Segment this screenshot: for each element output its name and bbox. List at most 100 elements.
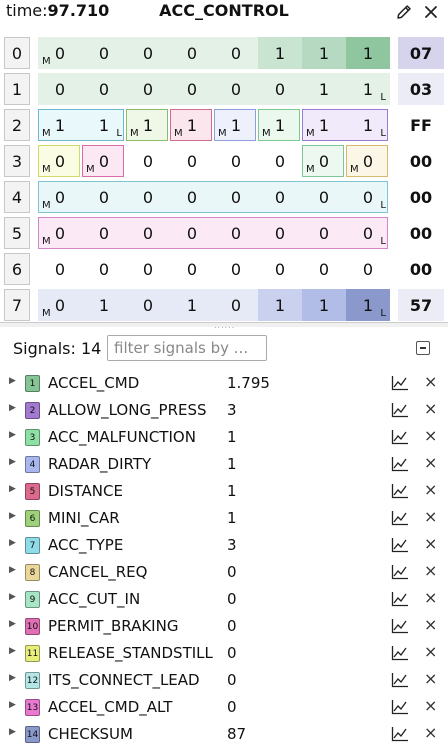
bit-cell[interactable]: 0 xyxy=(258,253,302,285)
expand-chevron-icon[interactable]: ▶ xyxy=(9,538,16,548)
expand-chevron-icon[interactable]: ▶ xyxy=(9,673,16,683)
bit-cell[interactable]: 0 xyxy=(302,181,346,213)
bit-cell[interactable]: 0 xyxy=(258,73,302,105)
bit-cell[interactable]: 0 xyxy=(82,37,126,69)
collapse-all-icon[interactable] xyxy=(416,341,430,355)
bit-cell[interactable]: 1 xyxy=(346,37,390,69)
remove-signal-icon[interactable]: × xyxy=(424,723,437,742)
signal-row[interactable]: ▶ 11 RELEASE_STANDSTILL 0 × xyxy=(0,640,448,667)
bit-cell[interactable]: 0 xyxy=(126,73,170,105)
bit-cell[interactable]: 0 xyxy=(126,37,170,69)
expand-chevron-icon[interactable]: ▶ xyxy=(9,646,16,656)
signal-row[interactable]: ▶ 3 ACC_MALFUNCTION 1 × xyxy=(0,424,448,451)
remove-signal-icon[interactable]: × xyxy=(424,399,437,418)
bit-cell[interactable]: 0 xyxy=(126,181,170,213)
close-icon[interactable] xyxy=(420,1,442,23)
bit-cell[interactable]: 0 xyxy=(126,217,170,249)
bit-cell[interactable]: 1L xyxy=(82,109,126,141)
remove-signal-icon[interactable]: × xyxy=(424,696,437,715)
bit-cell[interactable]: 1 xyxy=(302,289,346,321)
signal-row[interactable]: ▶ 7 ACC_TYPE 3 × xyxy=(0,532,448,559)
signal-row[interactable]: ▶ 6 MINI_CAR 1 × xyxy=(0,505,448,532)
expand-chevron-icon[interactable]: ▶ xyxy=(9,619,16,629)
signal-row[interactable]: ▶ 13 ACCEL_CMD_ALT 0 × xyxy=(0,694,448,721)
expand-chevron-icon[interactable]: ▶ xyxy=(9,511,16,521)
remove-signal-icon[interactable]: × xyxy=(424,588,437,607)
signal-row[interactable]: ▶ 12 ITS_CONNECT_LEAD 0 × xyxy=(0,667,448,694)
bit-cell[interactable]: 1M xyxy=(38,109,82,141)
expand-chevron-icon[interactable]: ▶ xyxy=(9,457,16,467)
plot-chart-icon[interactable] xyxy=(391,618,409,634)
bit-cell[interactable]: 1 xyxy=(82,289,126,321)
bit-cell[interactable]: 0 xyxy=(170,145,214,177)
remove-signal-icon[interactable]: × xyxy=(424,507,437,526)
bit-cell[interactable]: 0M xyxy=(346,145,390,177)
bit-cell[interactable]: 0 xyxy=(302,217,346,249)
bit-cell[interactable]: 0M xyxy=(38,289,82,321)
bit-cell[interactable]: 0M xyxy=(302,145,346,177)
bit-cell[interactable]: 1M xyxy=(214,109,258,141)
signal-row[interactable]: ▶ 4 RADAR_DIRTY 1 × xyxy=(0,451,448,478)
bit-cell[interactable]: 0 xyxy=(214,37,258,69)
plot-chart-icon[interactable] xyxy=(391,402,409,418)
signal-row[interactable]: ▶ 2 ALLOW_LONG_PRESS 3 × xyxy=(0,397,448,424)
bit-cell[interactable]: 0 xyxy=(38,73,82,105)
bit-cell[interactable]: 0 xyxy=(126,145,170,177)
remove-signal-icon[interactable]: × xyxy=(424,453,437,472)
expand-chevron-icon[interactable]: ▶ xyxy=(9,592,16,602)
remove-signal-icon[interactable]: × xyxy=(424,534,437,553)
remove-signal-icon[interactable]: × xyxy=(424,372,437,391)
plot-chart-icon[interactable] xyxy=(391,699,409,715)
bit-cell[interactable]: 1L xyxy=(346,109,390,141)
plot-chart-icon[interactable] xyxy=(391,456,409,472)
plot-chart-icon[interactable] xyxy=(391,429,409,445)
bit-cell[interactable]: 0 xyxy=(170,253,214,285)
bit-cell[interactable]: 0M xyxy=(38,37,82,69)
remove-signal-icon[interactable]: × xyxy=(424,480,437,499)
plot-chart-icon[interactable] xyxy=(391,726,409,742)
remove-signal-icon[interactable]: × xyxy=(424,615,437,634)
bit-cell[interactable]: 0 xyxy=(170,73,214,105)
bit-cell[interactable]: 0 xyxy=(82,73,126,105)
remove-signal-icon[interactable]: × xyxy=(424,642,437,661)
bit-cell[interactable]: 0 xyxy=(38,253,82,285)
bit-cell[interactable]: 0 xyxy=(82,217,126,249)
bit-cell[interactable]: 1M xyxy=(258,109,302,141)
bit-cell[interactable]: 1 xyxy=(302,37,346,69)
plot-chart-icon[interactable] xyxy=(391,537,409,553)
expand-chevron-icon[interactable]: ▶ xyxy=(9,565,16,575)
plot-chart-icon[interactable] xyxy=(391,510,409,526)
bit-cell[interactable]: 1M xyxy=(170,109,214,141)
bit-cell[interactable]: 0M xyxy=(38,145,82,177)
bit-cell[interactable]: 0 xyxy=(214,253,258,285)
bit-cell[interactable]: 0M xyxy=(82,145,126,177)
bit-cell[interactable]: 0L xyxy=(346,181,390,213)
bit-cell[interactable]: 0 xyxy=(214,181,258,213)
bit-cell[interactable]: 1 xyxy=(170,289,214,321)
edit-pencil-icon[interactable] xyxy=(393,1,415,23)
bit-cell[interactable]: 0M xyxy=(38,181,82,213)
bit-cell[interactable]: 0 xyxy=(258,217,302,249)
signal-row[interactable]: ▶ 5 DISTANCE 1 × xyxy=(0,478,448,505)
bit-cell[interactable]: 1 xyxy=(258,37,302,69)
bit-cell[interactable]: 0 xyxy=(214,73,258,105)
bit-cell[interactable]: 0 xyxy=(258,181,302,213)
expand-chevron-icon[interactable]: ▶ xyxy=(9,700,16,710)
remove-signal-icon[interactable]: × xyxy=(424,669,437,688)
plot-chart-icon[interactable] xyxy=(391,564,409,580)
bit-cell[interactable]: 0 xyxy=(170,181,214,213)
signal-row[interactable]: ▶ 8 CANCEL_REQ 0 × xyxy=(0,559,448,586)
signal-row[interactable]: ▶ 9 ACC_CUT_IN 0 × xyxy=(0,586,448,613)
bit-cell[interactable]: 0 xyxy=(126,253,170,285)
bit-cell[interactable]: 1M xyxy=(126,109,170,141)
plot-chart-icon[interactable] xyxy=(391,672,409,688)
expand-chevron-icon[interactable]: ▶ xyxy=(9,376,16,386)
bit-cell[interactable]: 0 xyxy=(82,253,126,285)
signal-row[interactable]: ▶ 14 CHECKSUM 87 × xyxy=(0,721,448,748)
bit-cell[interactable]: 1 xyxy=(302,73,346,105)
bit-cell[interactable]: 1M xyxy=(302,109,346,141)
filter-signals-input[interactable] xyxy=(107,335,267,361)
bit-cell[interactable]: 1L xyxy=(346,73,390,105)
remove-signal-icon[interactable]: × xyxy=(424,561,437,580)
signal-row[interactable]: ▶ 1 ACCEL_CMD 1.795 × xyxy=(0,370,448,397)
